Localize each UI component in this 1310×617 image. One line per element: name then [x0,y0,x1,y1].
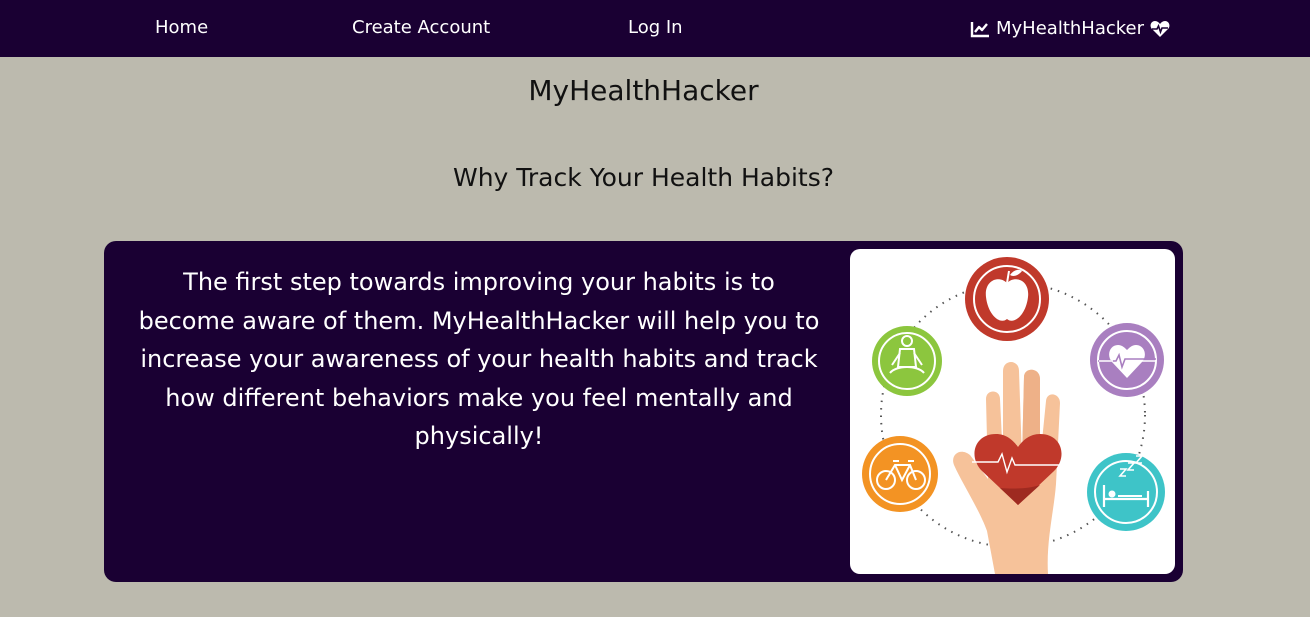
heartbeat-icon [1150,20,1170,38]
card-description: The first step towards improving your ha… [138,268,820,450]
nav-create-account-link[interactable]: Create Account [352,0,490,57]
sleep-icon [1087,453,1165,531]
health-habits-illustration [850,249,1175,574]
chart-line-icon [970,20,990,38]
apple-icon [965,257,1049,341]
page-title: MyHealthHacker [528,74,759,107]
brand-name: MyHealthHacker [996,18,1145,39]
meditation-icon [872,326,942,396]
heart-rate-icon [1090,323,1164,397]
brand-link[interactable]: MyHealthHacker [970,0,1170,57]
nav-home-link[interactable]: Home [155,0,208,57]
nav-log-in-link[interactable]: Log In [628,0,683,57]
section-title: Why Track Your Health Habits? [452,163,835,192]
bicycle-icon [862,436,938,512]
info-card: The first step towards improving your ha… [104,241,1183,582]
top-navbar: Home Create Account Log In MyHealthHacke… [0,0,1310,57]
